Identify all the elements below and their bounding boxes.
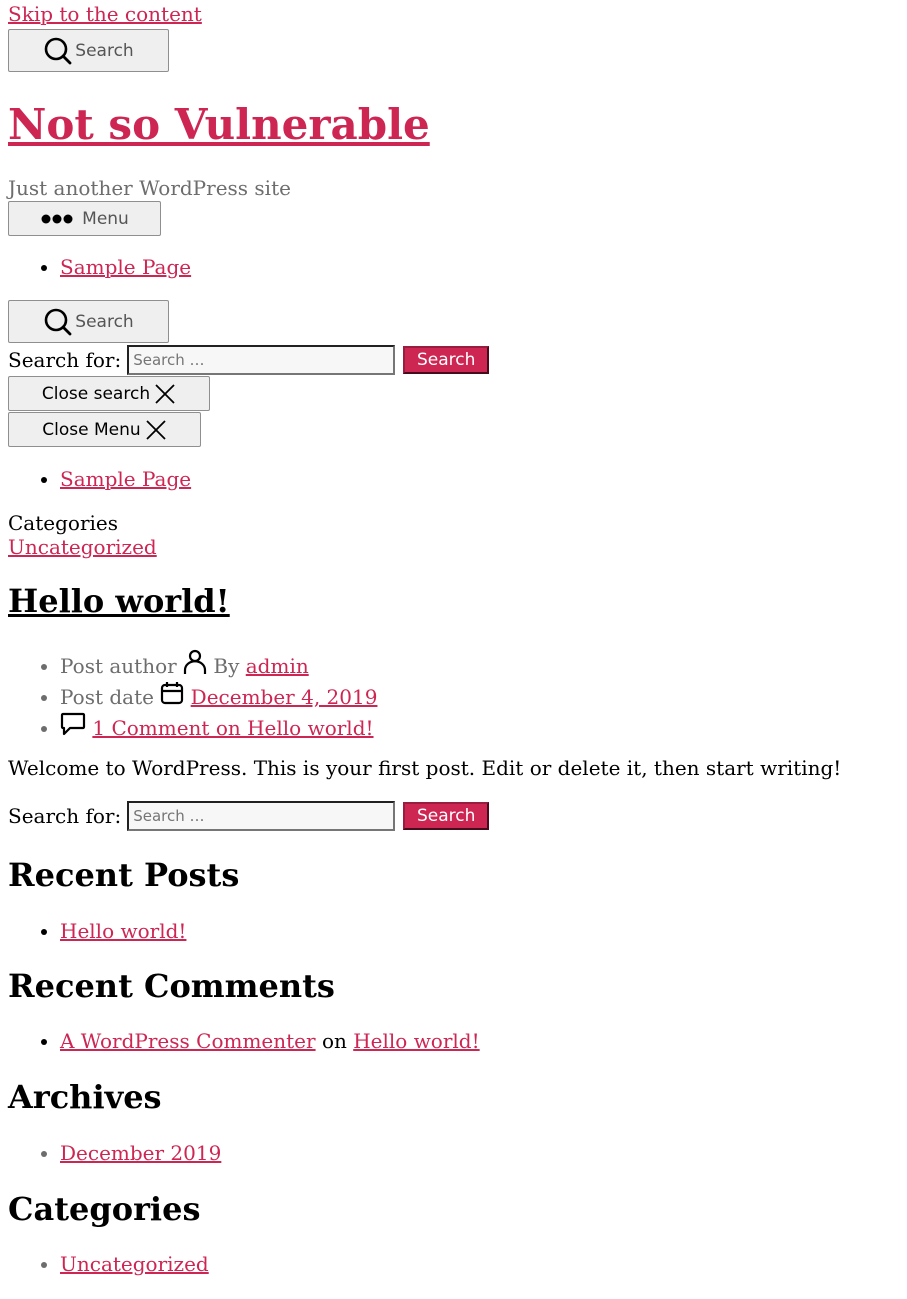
archive-link[interactable]: December 2019: [60, 1141, 221, 1165]
menu-toggle-label: Menu: [82, 208, 129, 229]
archives-heading: Archives: [8, 1078, 162, 1116]
modal-search-toggle[interactable]: Search: [8, 300, 169, 343]
search-field-label: Search for:: [8, 348, 122, 372]
post-author-item: Post author By admin: [60, 649, 377, 681]
close-icon: [145, 419, 167, 441]
recent-comments-list: A WordPress Commenter on Hello world!: [8, 1027, 480, 1056]
comment-post-link[interactable]: Hello world!: [353, 1029, 479, 1053]
search-input[interactable]: [127, 345, 396, 375]
search-submit-button[interactable]: Search: [403, 346, 490, 374]
post-comments-link[interactable]: 1 Comment on Hello world!: [92, 716, 373, 740]
list-item: Hello world!: [60, 917, 186, 946]
close-search-label: Close search: [41, 383, 151, 404]
list-item: December 2019: [60, 1139, 221, 1168]
post-comments-item: 1 Comment on Hello world!: [60, 712, 377, 743]
site-title[interactable]: Not so Vulnerable: [8, 97, 430, 153]
categories-heading: Categories: [8, 1190, 201, 1228]
search-icon: [43, 307, 73, 337]
post-category-link[interactable]: Uncategorized: [8, 535, 157, 559]
menu-toggle-button[interactable]: Menu: [8, 201, 161, 236]
category-link[interactable]: Uncategorized: [60, 1252, 209, 1276]
recent-comments-heading: Recent Comments: [8, 967, 335, 1005]
recent-posts-heading: Recent Posts: [8, 856, 240, 894]
close-search-button[interactable]: Close search: [8, 376, 210, 411]
menu-item: Sample Page: [60, 253, 191, 282]
post-meta: Post author By admin Post date December …: [8, 649, 377, 743]
archives-list: December 2019: [8, 1139, 221, 1168]
recent-post-link[interactable]: Hello world!: [60, 919, 186, 943]
search-submit-button[interactable]: Search: [403, 802, 490, 830]
post-date-item: Post date December 4, 2019: [60, 681, 377, 712]
post-author-link[interactable]: admin: [246, 654, 309, 678]
comment-author-link[interactable]: A WordPress Commenter: [60, 1029, 316, 1053]
post-author-label: Post author: [60, 654, 177, 678]
post-date-label: Post date: [60, 685, 154, 709]
widget-search-form: Search for: Search: [8, 801, 490, 831]
modal-search-form: Search for: Search: [8, 345, 490, 375]
list-item: Uncategorized: [60, 1250, 209, 1279]
menu-item-sample-page[interactable]: Sample Page: [60, 467, 191, 491]
comment-icon: [60, 712, 86, 736]
search-toggle-label: Search: [75, 311, 134, 332]
post-content: Welcome to WordPress. This is your first…: [8, 756, 842, 780]
menu-item-sample-page[interactable]: Sample Page: [60, 255, 191, 279]
close-icon: [154, 383, 176, 405]
post-date-link[interactable]: December 4, 2019: [191, 685, 378, 709]
menu-item: Sample Page: [60, 465, 191, 494]
recent-posts-list: Hello world!: [8, 917, 186, 946]
modal-menu: Sample Page: [8, 465, 191, 494]
header-search-toggle[interactable]: Search: [8, 29, 169, 72]
post-by-label: By: [213, 654, 240, 678]
site-description: Just another WordPress site: [8, 176, 291, 200]
search-toggle-label: Search: [75, 40, 134, 61]
search-icon: [43, 36, 73, 66]
post-categories-label: Categories: [8, 511, 118, 535]
calendar-icon: [160, 681, 184, 705]
comment-connector: on: [321, 1029, 347, 1053]
search-field-label: Search for:: [8, 804, 122, 828]
primary-menu: Sample Page: [8, 253, 191, 282]
post-title[interactable]: Hello world!: [8, 582, 230, 620]
categories-list: Uncategorized: [8, 1250, 209, 1279]
close-menu-label: Close Menu: [42, 419, 141, 440]
search-input[interactable]: [127, 801, 396, 831]
user-icon: [183, 649, 207, 675]
dots-icon: [40, 213, 78, 225]
skip-to-content-link[interactable]: Skip to the content: [8, 2, 202, 26]
list-item: A WordPress Commenter on Hello world!: [60, 1027, 480, 1056]
close-menu-button[interactable]: Close Menu: [8, 412, 201, 447]
